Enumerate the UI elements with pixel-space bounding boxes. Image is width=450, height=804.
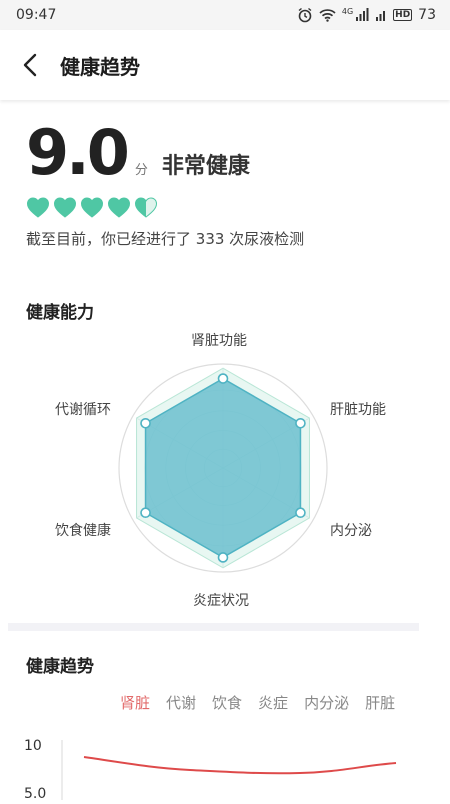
page-title: 健康趋势	[60, 54, 140, 79]
rating-hearts	[26, 196, 426, 218]
signal-icon	[355, 8, 369, 22]
trend-tabs: 肾脏 代谢 饮食 炎症 内分泌 肝脏	[112, 692, 403, 713]
status-bar: 09:47 4G HD 73	[0, 0, 450, 30]
heart-icon	[26, 197, 50, 218]
health-score: 9.0	[26, 116, 130, 189]
tab-liver[interactable]: 肝脏	[357, 692, 403, 713]
radar-point	[217, 373, 229, 384]
radar-point	[140, 507, 151, 519]
score-section: 9.0 分 非常健康 截至目前，你已经进行了 333 次尿液检测	[26, 120, 426, 249]
heart-icon	[80, 197, 104, 218]
radar-chart	[0, 322, 450, 626]
app-header: 健康趋势	[0, 30, 450, 100]
test-count-text: 截至目前，你已经进行了 333 次尿液检测	[26, 230, 305, 248]
signal-icon-2	[375, 8, 387, 22]
health-status: 非常健康	[161, 154, 250, 179]
trend-section-title: 健康趋势	[26, 657, 94, 677]
radar-label-metabolism: 代谢循环	[55, 402, 111, 418]
network-type-label: 4G	[341, 7, 354, 16]
section-divider	[8, 623, 419, 631]
battery-level: 73	[418, 7, 436, 23]
wifi-icon	[319, 8, 336, 22]
alarm-icon	[297, 7, 313, 23]
radar-chart-svg	[118, 363, 328, 573]
radar-label-endocrine: 内分泌	[330, 523, 372, 539]
tab-kidney[interactable]: 肾脏	[112, 692, 158, 713]
ability-section-title: 健康能力	[26, 303, 94, 323]
heart-icon	[134, 197, 158, 218]
radar-point	[140, 417, 151, 429]
tab-metabolism[interactable]: 代谢	[158, 692, 204, 713]
radar-point	[295, 507, 306, 519]
radar-point	[217, 552, 229, 563]
heart-icon	[53, 197, 77, 218]
tab-inflammation[interactable]: 炎症	[250, 692, 296, 713]
radar-label-liver: 肝脏功能	[330, 402, 386, 418]
radar-label-diet: 饮食健康	[55, 523, 111, 539]
radar-label-inflammation: 炎症状况	[193, 593, 249, 609]
heart-icon	[107, 197, 131, 218]
chevron-left-icon	[23, 53, 37, 77]
score-unit: 分	[134, 163, 148, 178]
tab-endocrine[interactable]: 内分泌	[296, 692, 357, 713]
trend-chart	[0, 730, 450, 804]
status-time: 09:47	[16, 7, 57, 23]
status-icons: 4G HD 73	[297, 7, 436, 23]
radar-point	[295, 417, 306, 429]
radar-label-kidney: 肾脏功能	[191, 333, 247, 349]
back-button[interactable]	[0, 30, 60, 100]
hd-badge: HD	[393, 9, 413, 21]
tab-diet[interactable]: 饮食	[204, 692, 250, 713]
trend-line	[83, 756, 397, 775]
